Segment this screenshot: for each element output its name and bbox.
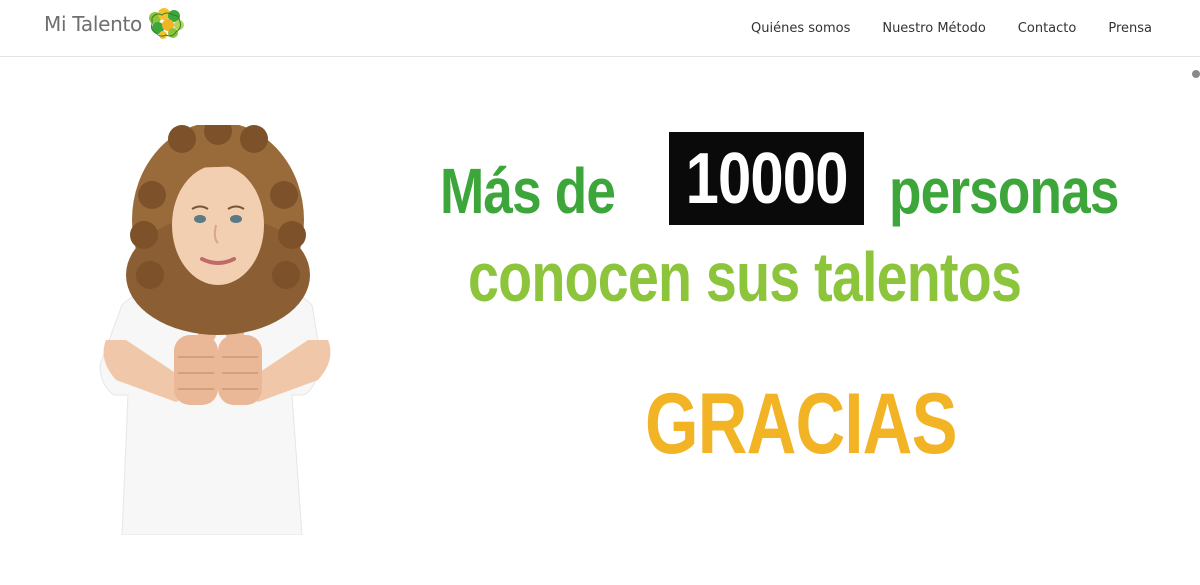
nav-nuestro-metodo[interactable]: Nuestro Método <box>882 21 985 36</box>
site-logo[interactable]: Mi Talento <box>44 6 186 42</box>
main-nav: Quiénes somos Nuestro Método Contacto Pr… <box>751 0 1152 56</box>
headline-line2: conocen sus talentos <box>468 238 1022 316</box>
headline-prefix: Más de <box>440 155 616 227</box>
thanks-heading: GRACIAS <box>645 376 957 472</box>
hero-banner: Más de 10000 personas conocen sus talent… <box>0 57 1200 585</box>
logo-text: Mi Talento <box>44 12 142 36</box>
people-count-box: 10000 <box>669 132 864 225</box>
logo-brain-icon <box>148 8 184 39</box>
people-count: 10000 <box>685 138 848 219</box>
site-header: Mi Talento Quiénes somos Nuestro Método … <box>0 0 1200 57</box>
nav-quienes-somos[interactable]: Quiénes somos <box>751 21 850 36</box>
nav-contacto[interactable]: Contacto <box>1018 21 1077 36</box>
woman-thumbs-up-image <box>99 125 331 535</box>
nav-prensa[interactable]: Prensa <box>1108 21 1152 36</box>
headline-suffix: personas <box>889 155 1119 227</box>
